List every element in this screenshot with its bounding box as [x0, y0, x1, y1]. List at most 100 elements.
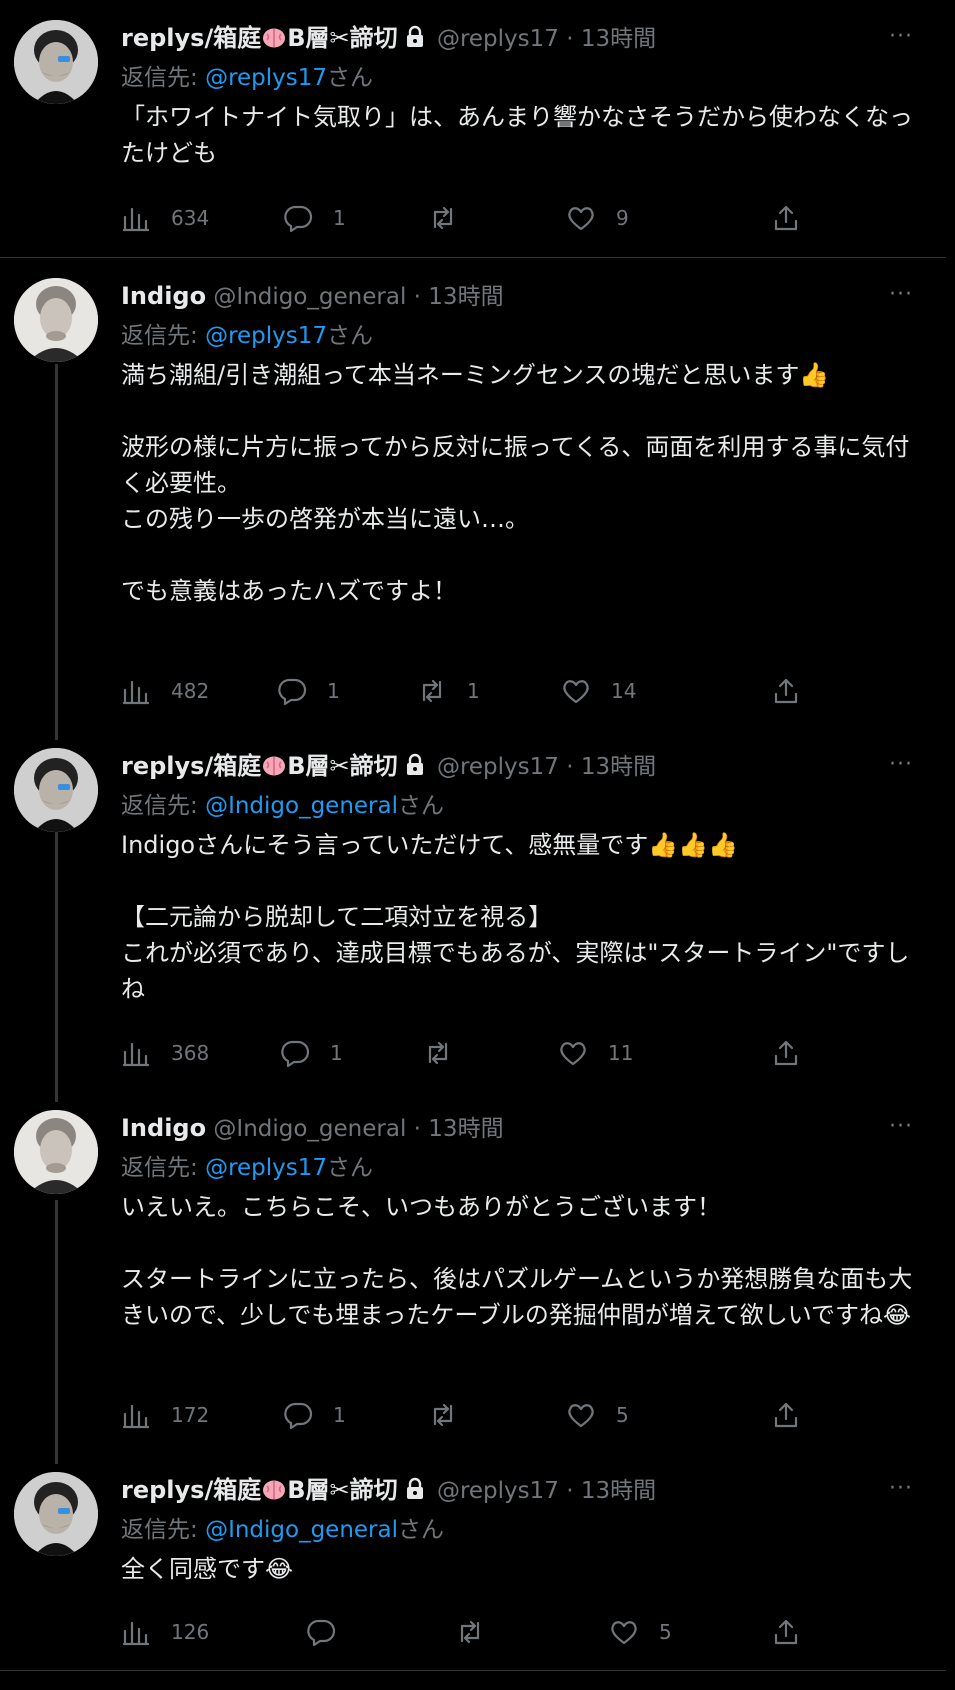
- reply-count: 1: [330, 1041, 343, 1065]
- separator: ·: [413, 1116, 421, 1142]
- lock-icon: [406, 753, 423, 775]
- conversation-thread: replys/箱庭 B層✂諦切 @replys17 · 13時間 ··· 返信先:…: [0, 0, 946, 1690]
- tweet[interactable]: replys/箱庭 B層✂諦切 @replys17 · 13時間 ··· 返信先:…: [0, 728, 946, 1090]
- more-icon[interactable]: ···: [884, 1476, 918, 1502]
- tweet[interactable]: replys/箱庭 B層✂諦切 @replys17 · 13時間 ··· 返信先:…: [0, 1452, 946, 1670]
- like-icon: [611, 1621, 637, 1645]
- reply-count: 1: [333, 1403, 346, 1427]
- tweet-text: いえいえ。こちらこそ、いつもありがとうございます！ スタートラインに立ったら、後…: [121, 1193, 913, 1329]
- reply-button[interactable]: 1: [283, 198, 346, 238]
- handle[interactable]: @Indigo_general: [213, 284, 406, 310]
- timestamp[interactable]: 13時間: [581, 754, 656, 780]
- timestamp[interactable]: 13時間: [428, 1116, 503, 1142]
- repost-button[interactable]: 1: [417, 671, 480, 711]
- avatar-replys[interactable]: [14, 20, 98, 104]
- handle[interactable]: @replys17: [437, 26, 559, 52]
- handle[interactable]: @Indigo_general: [213, 1116, 406, 1142]
- handle[interactable]: @replys17: [437, 1478, 559, 1504]
- repost-button[interactable]: [423, 1033, 473, 1073]
- tweet[interactable]: replys/箱庭 B層✂諦切 @replys17 · 13時間 ··· 返信先:…: [0, 0, 946, 240]
- like-icon: [560, 1042, 586, 1066]
- repost-icon: [433, 206, 453, 230]
- reply-to-link[interactable]: @replys17: [205, 323, 327, 349]
- avatar-replys[interactable]: [14, 1472, 98, 1556]
- timestamp[interactable]: 13時間: [581, 26, 656, 52]
- repost-button[interactable]: [428, 198, 478, 238]
- display-name[interactable]: Indigo: [121, 1114, 206, 1142]
- like-button[interactable]: 11: [558, 1033, 633, 1073]
- tweet-actions: 126 5: [121, 1612, 811, 1652]
- views-button[interactable]: 368: [121, 1033, 209, 1073]
- avatar-replys[interactable]: [14, 748, 98, 832]
- views-count: 172: [171, 1403, 210, 1427]
- like-count: 14: [611, 679, 637, 703]
- tweet-header: replys/箱庭 B層✂諦切 @replys17 · 13時間: [121, 748, 656, 784]
- more-icon[interactable]: ···: [884, 282, 918, 308]
- repost-button[interactable]: [428, 1395, 478, 1435]
- timestamp[interactable]: 13時間: [428, 284, 503, 310]
- reply-to-link[interactable]: @Indigo_general: [205, 1517, 398, 1543]
- display-name-suffix: B層: [287, 752, 330, 780]
- views-button[interactable]: 172: [121, 1395, 209, 1435]
- reply-button[interactable]: 1: [283, 1395, 346, 1435]
- repost-icon: [428, 1041, 448, 1065]
- like-button[interactable]: 5: [609, 1612, 672, 1652]
- display-name[interactable]: replys/箱庭: [121, 752, 261, 780]
- share-button[interactable]: [771, 1395, 801, 1435]
- handle[interactable]: @replys17: [437, 754, 559, 780]
- reply-to-link[interactable]: @replys17: [205, 1155, 327, 1181]
- share-icon: [774, 1040, 798, 1066]
- reply-to-prefix: 返信先:: [121, 1517, 198, 1543]
- display-name-suffix-2: ✂諦切: [329, 24, 398, 52]
- timestamp[interactable]: 13時間: [581, 1478, 656, 1504]
- more-icon[interactable]: ···: [884, 752, 918, 778]
- like-button[interactable]: 5: [566, 1395, 629, 1435]
- avatar-indigo[interactable]: [14, 278, 98, 362]
- views-icon: [122, 680, 150, 705]
- share-button[interactable]: [771, 198, 801, 238]
- more-icon[interactable]: ···: [884, 24, 918, 50]
- display-name[interactable]: replys/箱庭: [121, 24, 261, 52]
- avatar-indigo[interactable]: [14, 1110, 98, 1194]
- share-button[interactable]: [771, 1033, 801, 1073]
- tweet-text: 全く同感です😂: [121, 1555, 294, 1583]
- reply-to-link[interactable]: @replys17: [205, 65, 327, 91]
- reply-to: 返信先: @replys17さん: [121, 318, 373, 354]
- reply-icon: [307, 1619, 336, 1647]
- views-button[interactable]: 126: [121, 1612, 209, 1652]
- reply-button[interactable]: 1: [280, 1033, 343, 1073]
- scrollbar-gutter: [946, 0, 955, 1690]
- like-button[interactable]: 14: [561, 671, 636, 711]
- reply-button[interactable]: 1: [277, 671, 340, 711]
- reply-icon: [278, 678, 307, 706]
- share-icon: [774, 1619, 798, 1645]
- reply-to-link[interactable]: @Indigo_general: [205, 793, 398, 819]
- more-icon[interactable]: ···: [884, 1114, 918, 1140]
- like-button[interactable]: 9: [566, 198, 629, 238]
- tweet[interactable]: Indigo @Indigo_general · 13時間 ··· 返信先: @…: [0, 1090, 946, 1455]
- reply-to-suffix: さん: [327, 65, 374, 91]
- tweet[interactable]: Indigo @Indigo_general · 13時間 ··· 返信先: @…: [0, 258, 946, 738]
- like-icon: [568, 1404, 594, 1428]
- reply-to-suffix: さん: [327, 1155, 374, 1181]
- share-icon: [774, 1402, 798, 1428]
- reply-button[interactable]: [306, 1612, 356, 1652]
- tweet-header: Indigo @Indigo_general · 13時間: [121, 1110, 504, 1146]
- reply-icon: [281, 1040, 310, 1068]
- display-name[interactable]: Indigo: [121, 282, 206, 310]
- tweet-header: replys/箱庭 B層✂諦切 @replys17 · 13時間: [121, 1472, 656, 1508]
- tweet-header: replys/箱庭 B層✂諦切 @replys17 · 13時間: [121, 20, 656, 56]
- display-name-suffix: B層: [287, 24, 330, 52]
- display-name[interactable]: replys/箱庭: [121, 1476, 261, 1504]
- repost-button[interactable]: [455, 1612, 505, 1652]
- lock-icon: [406, 25, 423, 47]
- views-icon: [122, 1404, 150, 1429]
- brain-emoji: [263, 1480, 286, 1500]
- views-button[interactable]: 482: [121, 671, 209, 711]
- tweet-actions: 634 1 9: [121, 198, 811, 238]
- views-button[interactable]: 634: [121, 198, 209, 238]
- separator: ·: [566, 26, 574, 52]
- separator: ·: [566, 1478, 574, 1504]
- share-button[interactable]: [771, 671, 801, 711]
- share-button[interactable]: [771, 1612, 801, 1652]
